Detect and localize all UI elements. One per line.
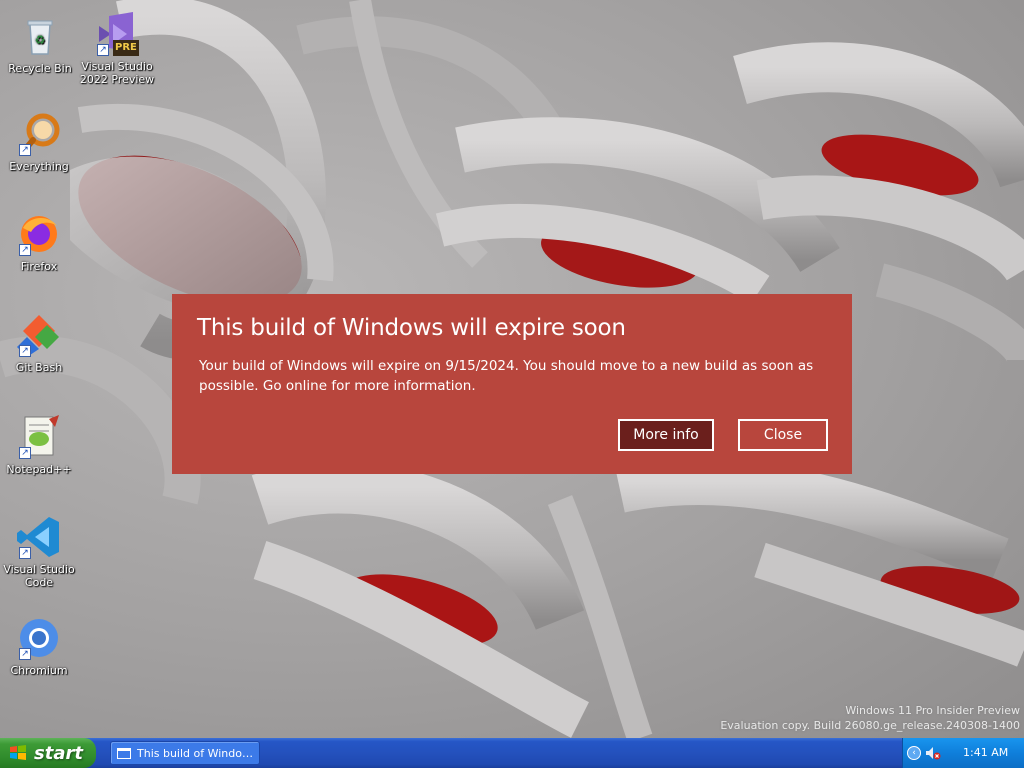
- volume-muted-icon[interactable]: [925, 746, 941, 760]
- shortcut-arrow-icon: ↗: [97, 44, 109, 56]
- desktop-icon-label: Visual Studio Code: [3, 563, 75, 589]
- start-button[interactable]: start: [0, 738, 96, 768]
- desktop-icon-vscode[interactable]: ↗ Visual Studio Code: [0, 513, 78, 589]
- dialog-message: Your build of Windows will expire on 9/1…: [199, 358, 814, 394]
- desktop-icon-label: Recycle Bin: [8, 62, 72, 75]
- desktop-icon-label: Git Bash: [15, 361, 63, 374]
- shortcut-arrow-icon: ↗: [19, 345, 31, 357]
- desktop-icon-everything[interactable]: ↗ Everything: [0, 110, 78, 173]
- shortcut-arrow-icon: ↗: [19, 244, 31, 256]
- svg-text:♻: ♻: [35, 33, 46, 47]
- chromium-icon: ↗: [15, 614, 63, 662]
- desktop-icon-visual-studio-preview[interactable]: PRE ↗ Visual Studio 2022 Preview: [78, 10, 156, 86]
- watermark-edition: Windows 11 Pro Insider Preview: [845, 704, 1020, 717]
- desktop-icon-notepad-plus-plus[interactable]: ↗ Notepad++: [0, 413, 78, 476]
- desktop-icon-git-bash[interactable]: ↗ Git Bash: [0, 311, 78, 374]
- recycle-bin-icon: ♻: [16, 12, 64, 60]
- show-hidden-icons-chevron-icon[interactable]: ‹: [907, 746, 921, 760]
- desktop: ♻ Recycle Bin PRE ↗ Visual Studio 2022 P…: [0, 0, 1024, 738]
- start-label: start: [34, 742, 83, 764]
- shortcut-arrow-icon: ↗: [19, 648, 31, 660]
- shortcut-arrow-icon: ↗: [19, 144, 31, 156]
- desktop-icon-label: Firefox: [20, 260, 58, 273]
- firefox-icon: ↗: [15, 210, 63, 258]
- evaluation-watermark: Windows 11 Pro Insider Preview Evaluatio…: [720, 703, 1020, 733]
- desktop-icon-label: Everything: [9, 160, 69, 173]
- more-info-button[interactable]: More info: [618, 419, 714, 451]
- build-expiry-dialog: This build of Windows will expire soon Y…: [172, 294, 852, 474]
- everything-search-icon: ↗: [15, 110, 63, 158]
- dialog-title: This build of Windows will expire soon: [197, 315, 626, 341]
- close-button[interactable]: Close: [738, 419, 828, 451]
- notepad-plus-plus-icon: ↗: [15, 413, 63, 461]
- watermark-build: Evaluation copy. Build 26080.ge_release.…: [720, 719, 1020, 732]
- desktop-icon-label: Notepad++: [6, 463, 72, 476]
- windows-logo-icon: [10, 745, 26, 760]
- visual-studio-preview-icon: PRE ↗: [93, 10, 141, 58]
- desktop-icon-label: Visual Studio 2022 Preview: [79, 60, 155, 86]
- desktop-icon-chromium[interactable]: ↗ Chromium: [0, 614, 78, 677]
- taskbar-window-button[interactable]: This build of Windows...: [110, 741, 260, 765]
- shortcut-arrow-icon: ↗: [19, 447, 31, 459]
- clock[interactable]: 1:41 AM: [963, 746, 1008, 759]
- system-tray: ‹ 1:41 AM: [902, 738, 1024, 768]
- git-bash-icon: ↗: [15, 311, 63, 359]
- preview-badge: PRE: [115, 42, 137, 53]
- desktop-icon-firefox[interactable]: ↗ Firefox: [0, 210, 78, 273]
- taskbar-window-label: This build of Windows...: [137, 746, 257, 760]
- vscode-icon: ↗: [15, 513, 63, 561]
- taskbar: start This build of Windows... ‹ 1:41 AM: [0, 738, 1024, 768]
- window-icon: [117, 747, 131, 759]
- desktop-icon-recycle-bin[interactable]: ♻ Recycle Bin: [1, 12, 79, 75]
- shortcut-arrow-icon: ↗: [19, 547, 31, 559]
- desktop-icon-label: Chromium: [10, 664, 68, 677]
